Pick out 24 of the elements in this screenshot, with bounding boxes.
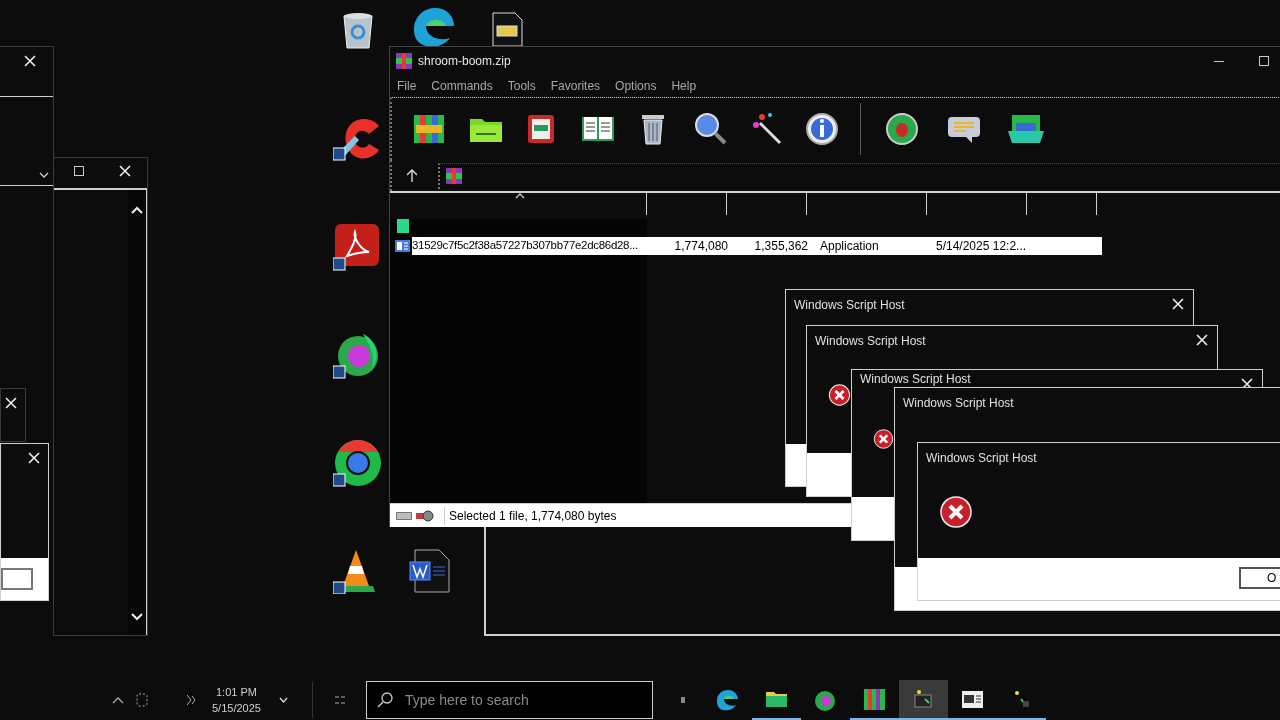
- ok-button[interactable]: O: [1239, 567, 1280, 589]
- table-cell-text: 1,355,362: [753, 238, 809, 255]
- dialog-title: Windows Script Host: [926, 451, 1037, 465]
- menu-item[interactable]: Tools: [507, 77, 536, 95]
- menu-item[interactable]: Commands: [431, 77, 493, 95]
- search-field[interactable]: Type here to search: [365, 681, 653, 719]
- status-text: Selected 1 file, 1,774,080 bytes: [444, 506, 617, 525]
- table-cell-text: 31529c7f5c2f38a57227b307bb77e2dc86d28...: [412, 238, 639, 254]
- window-title: shroom-boom.zip: [418, 53, 511, 70]
- menu-item[interactable]: Help: [671, 77, 697, 95]
- clock-time: 1:01 PM: [216, 685, 257, 700]
- file-row[interactable]: 31529c7f5c2f38a57227b307bb77e2dc86d28... 1,774,080 1,355,362 Application 5/14/2025 12:2...: [412, 237, 1102, 255]
- menu-item[interactable]: Options: [615, 77, 657, 95]
- table-cell-text: Application: [819, 238, 880, 255]
- dialog-title: Windows Script Host: [815, 334, 926, 348]
- menu-item[interactable]: Favorites: [550, 77, 601, 95]
- clock[interactable]: 1:01 PM 5/15/2025: [212, 684, 261, 716]
- table-cell-text: 1,774,080: [673, 238, 729, 255]
- menu-item[interactable]: File: [397, 77, 417, 95]
- dialog-title: Windows Script Host: [860, 372, 971, 386]
- dialog-title: Windows Script Host: [903, 396, 1014, 410]
- dialog-title: Windows Script Host: [794, 298, 905, 312]
- table-cell-text: 5/14/2025 12:2...: [935, 238, 1028, 255]
- clock-date: 5/15/2025: [212, 701, 261, 716]
